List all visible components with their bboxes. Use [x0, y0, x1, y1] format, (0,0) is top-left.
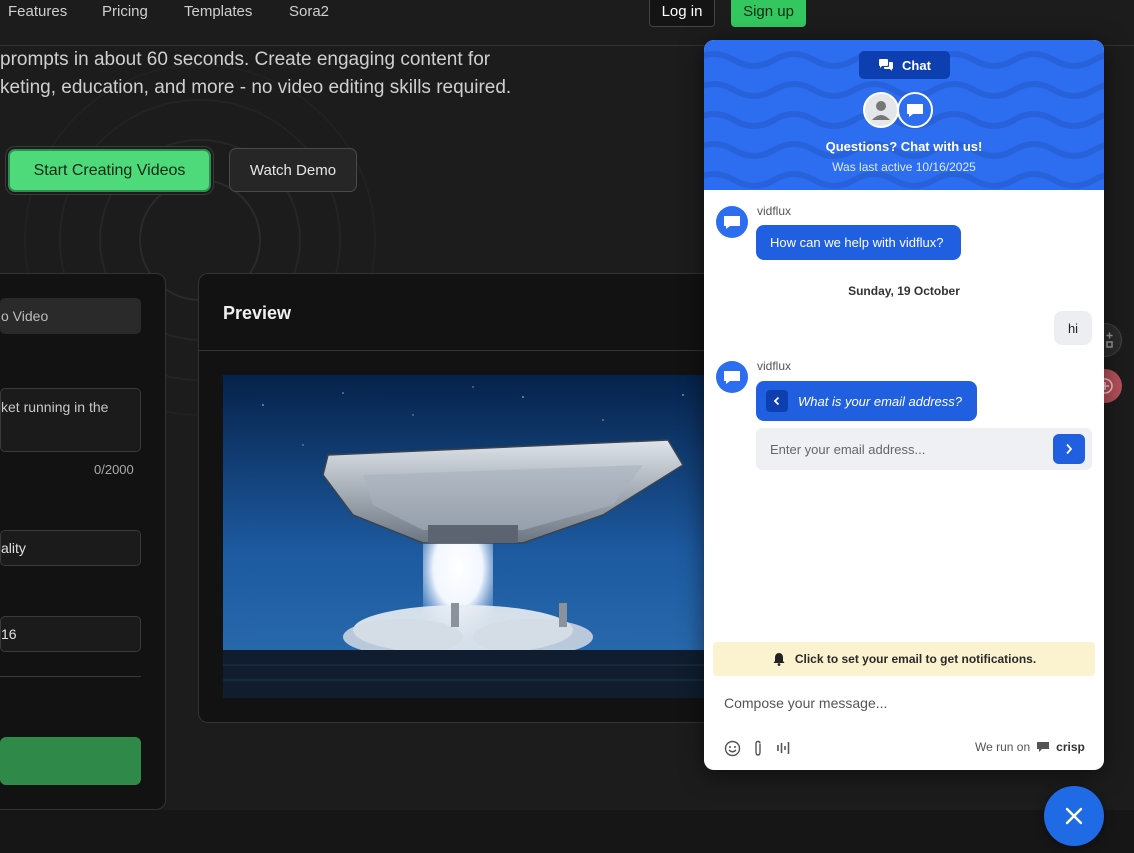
- operator-name: vidflux: [757, 204, 792, 218]
- ratio-value: 16: [1, 626, 17, 642]
- attach-button[interactable]: [749, 739, 767, 757]
- chat-tab-label: Chat: [902, 57, 931, 73]
- email-notification-bar[interactable]: Click to set your email to get notificat…: [713, 642, 1095, 676]
- chat-tab[interactable]: Chat: [859, 51, 950, 79]
- mode-tab[interactable]: o Video: [0, 298, 141, 334]
- preview-title: Preview: [223, 303, 292, 323]
- message-icon: [724, 371, 740, 384]
- preview-divider: [199, 350, 757, 351]
- chat-close-button[interactable]: [1044, 786, 1104, 846]
- greeting-bubble: How can we help with vidflux?: [756, 225, 961, 260]
- nav-link-features[interactable]: Features: [8, 3, 67, 20]
- chat-widget: Chat Questions? Chat with us! Was last a…: [704, 40, 1104, 770]
- signup-button[interactable]: Sign up: [731, 0, 806, 27]
- user-message-bubble: hi: [1054, 311, 1092, 345]
- chat-header-title: Questions? Chat with us!: [825, 139, 983, 154]
- nav-link-templates[interactable]: Templates: [184, 3, 252, 20]
- email-submit-button[interactable]: [1053, 434, 1085, 464]
- brand-avatar: [897, 92, 933, 128]
- emoji-button[interactable]: [723, 739, 741, 757]
- back-button[interactable]: [766, 390, 788, 412]
- hero-line-2: keting, education, and more - no video e…: [0, 77, 512, 98]
- nav-link-sora2[interactable]: Sora2: [289, 3, 329, 20]
- greeting-text: How can we help with vidflux?: [770, 235, 944, 250]
- agent-avatar: [863, 92, 899, 128]
- prompt-textarea[interactable]: ket running in the: [0, 388, 141, 452]
- preview-image[interactable]: [223, 375, 743, 698]
- compose-input[interactable]: [704, 683, 1104, 723]
- crisp-branding[interactable]: We run on crisp: [975, 740, 1085, 754]
- quality-select[interactable]: ality: [0, 530, 141, 566]
- notify-text: Click to set your email to get notificat…: [794, 652, 1037, 666]
- nav-link-pricing[interactable]: Pricing: [102, 3, 148, 20]
- waveform-icon: [777, 742, 790, 754]
- person-icon: [872, 101, 890, 120]
- form-divider: [0, 676, 141, 677]
- char-counter: 0/2000: [94, 462, 134, 477]
- email-question-text: What is your email address?: [798, 393, 963, 409]
- chat-header: Chat Questions? Chat with us! Was last a…: [704, 40, 1104, 190]
- hero-line-1: prompts in about 60 seconds. Create enga…: [0, 49, 491, 70]
- ratio-select[interactable]: 16: [0, 616, 141, 652]
- chat-bubbles-icon: [879, 59, 894, 71]
- emoji-icon: [724, 740, 740, 756]
- message-icon: [724, 216, 740, 229]
- email-question-bubble: What is your email address?: [756, 381, 977, 421]
- operator-name-2: vidflux: [757, 359, 792, 373]
- date-separator: Sunday, 19 October: [848, 284, 960, 298]
- chat-header-subtitle: Was last active 10/16/2025: [832, 160, 976, 174]
- chevron-right-icon: [1066, 443, 1073, 455]
- preview-panel: Preview: [198, 273, 758, 723]
- login-button[interactable]: Log in: [649, 0, 715, 27]
- voice-button[interactable]: [775, 739, 793, 757]
- mode-tab-label: o Video: [1, 308, 49, 324]
- close-icon: [1065, 807, 1083, 825]
- paperclip-icon: [755, 740, 761, 756]
- generate-button[interactable]: [0, 737, 141, 785]
- crisp-logo-icon: [1037, 742, 1050, 752]
- bell-icon: [773, 653, 785, 666]
- operator-avatar-2: [716, 361, 748, 393]
- email-field-row: [756, 428, 1092, 470]
- prompt-text: ket running in the: [1, 399, 109, 415]
- quality-value: ality: [1, 540, 26, 556]
- chevron-left-icon: [773, 396, 780, 406]
- email-field[interactable]: [756, 428, 1046, 470]
- start-creating-button[interactable]: Start Creating Videos: [8, 149, 211, 192]
- message-icon: [907, 104, 923, 117]
- watch-demo-button[interactable]: Watch Demo: [229, 148, 357, 192]
- hero-description: prompts in about 60 seconds. Create enga…: [0, 46, 511, 102]
- crisp-brand-text: crisp: [1056, 740, 1085, 754]
- bottom-band: [0, 810, 1134, 853]
- operator-avatar: [716, 206, 748, 238]
- we-run-on-text: We run on: [975, 740, 1031, 754]
